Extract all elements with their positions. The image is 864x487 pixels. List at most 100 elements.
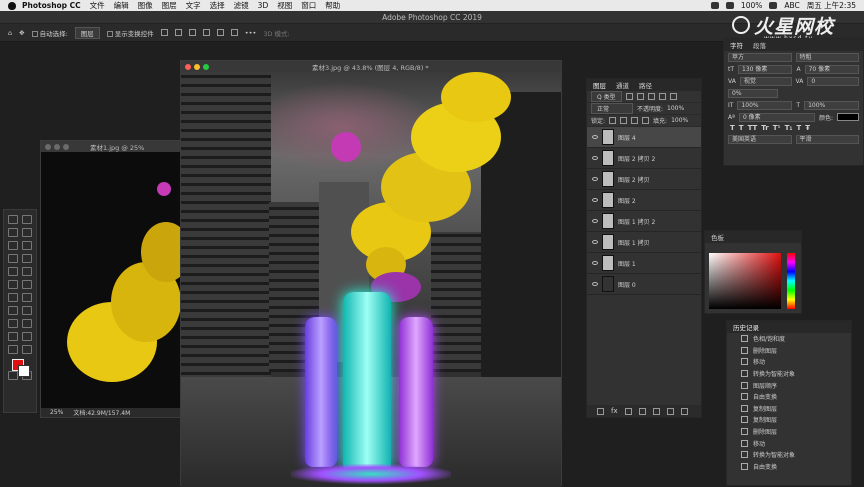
doc-main-titlebar[interactable]: 素材3.jpg @ 43.8% (图层 4, RGB/8) * bbox=[181, 61, 561, 72]
background-color-swatch[interactable] bbox=[18, 365, 30, 377]
color-panel-title[interactable]: 色板 bbox=[711, 232, 724, 242]
color-swatches[interactable] bbox=[7, 357, 33, 379]
align-bottom-icon[interactable] bbox=[230, 29, 238, 36]
faux-italic-button[interactable]: T bbox=[739, 124, 744, 132]
hand-tool-icon[interactable] bbox=[8, 332, 18, 341]
menu-image[interactable]: 图像 bbox=[138, 0, 153, 11]
type-tool-icon[interactable] bbox=[8, 306, 18, 315]
blur-tool-icon[interactable] bbox=[8, 293, 18, 302]
font-family-dropdown[interactable]: 苹方 bbox=[728, 52, 792, 62]
eye-icon[interactable] bbox=[592, 282, 598, 286]
zoom-level[interactable]: 25% bbox=[50, 409, 63, 416]
menu-layer[interactable]: 图层 bbox=[162, 0, 177, 11]
align-top-icon[interactable] bbox=[202, 29, 210, 36]
layer-row[interactable]: 图层 2 拷贝 bbox=[587, 169, 701, 190]
wifi-icon[interactable] bbox=[725, 2, 734, 9]
baseline-field[interactable]: 0 像素 bbox=[738, 112, 815, 122]
document-window-main[interactable]: 素材3.jpg @ 43.8% (图层 4, RGB/8) * bbox=[180, 60, 562, 487]
hscale-field[interactable]: 100% bbox=[804, 100, 860, 110]
filter-pixel-icon[interactable] bbox=[625, 93, 633, 100]
user-label[interactable]: ABC bbox=[784, 1, 799, 10]
move-tool-icon[interactable] bbox=[8, 215, 18, 224]
align-middle-icon[interactable] bbox=[216, 29, 224, 36]
history-panel-title[interactable]: 历史记录 bbox=[733, 322, 759, 332]
apple-icon[interactable] bbox=[8, 1, 16, 10]
menu-select[interactable]: 选择 bbox=[210, 0, 225, 11]
tab-paragraph[interactable]: 段落 bbox=[753, 40, 766, 50]
font-style-dropdown[interactable]: 特粗 bbox=[795, 52, 859, 62]
close-button[interactable] bbox=[185, 63, 191, 70]
healing-brush-tool-icon[interactable] bbox=[8, 254, 18, 263]
layer-row[interactable]: 图层 1 拷贝 bbox=[587, 232, 701, 253]
doc-size[interactable]: 文档:42.9M/157.4M bbox=[73, 408, 130, 417]
history-item[interactable]: 删除图层 bbox=[727, 426, 851, 438]
menu-window[interactable]: 窗口 bbox=[301, 0, 316, 11]
eyedropper-tool-icon[interactable] bbox=[22, 241, 32, 250]
tab-character[interactable]: 字符 bbox=[730, 40, 743, 50]
filter-adjust-icon[interactable] bbox=[636, 93, 644, 100]
filter-type-icon[interactable] bbox=[647, 93, 655, 100]
vscale-field[interactable]: 100% bbox=[737, 100, 793, 110]
eye-icon[interactable] bbox=[592, 219, 598, 223]
font-size-field[interactable]: 130 像素 bbox=[738, 64, 793, 74]
opacity-field[interactable]: 100% bbox=[667, 105, 684, 112]
marquee-tool-icon[interactable] bbox=[22, 215, 32, 224]
rectangle-tool-icon[interactable] bbox=[22, 319, 32, 328]
faux-bold-button[interactable]: T bbox=[730, 124, 735, 132]
stamp-tool-icon[interactable] bbox=[8, 267, 18, 276]
history-item[interactable]: 转换为智能对象 bbox=[727, 368, 851, 380]
leading-field[interactable]: 70 像素 bbox=[804, 64, 860, 74]
layer-row[interactable]: 图层 2 bbox=[587, 190, 701, 211]
app-menu[interactable]: Photoshop CC bbox=[22, 1, 81, 10]
auto-select-dropdown[interactable]: 图层 bbox=[74, 26, 100, 39]
minimize-button[interactable] bbox=[54, 143, 60, 150]
layer-filter-dropdown[interactable]: Q 类型 bbox=[591, 91, 622, 102]
menu-filter[interactable]: 滤镜 bbox=[234, 0, 249, 11]
move-tool-icon[interactable]: ✥ bbox=[19, 29, 24, 37]
history-item[interactable]: 自由变换 bbox=[727, 461, 851, 473]
tab-channels[interactable]: 通道 bbox=[616, 80, 629, 90]
lasso-tool-icon[interactable] bbox=[8, 228, 18, 237]
new-group-icon[interactable] bbox=[652, 407, 660, 415]
eye-icon[interactable] bbox=[592, 198, 598, 202]
underline-button[interactable]: T bbox=[796, 124, 801, 132]
doc-back-titlebar[interactable]: 素材1.jpg @ 25% bbox=[41, 141, 181, 152]
document-window-back[interactable]: 素材1.jpg @ 25% 25% 文档:42.9M/157.4M bbox=[40, 140, 182, 418]
edit-toolbar-icon[interactable] bbox=[22, 345, 32, 354]
blend-mode-dropdown[interactable]: 正常 bbox=[591, 103, 633, 114]
lock-transparent-icon[interactable] bbox=[609, 117, 617, 124]
trash-icon[interactable] bbox=[680, 407, 688, 415]
anti-alias-dropdown[interactable]: 平滑 bbox=[795, 134, 859, 144]
dodge-tool-icon[interactable] bbox=[22, 293, 32, 302]
superscript-button[interactable]: T¹ bbox=[773, 124, 781, 132]
align-left-icon[interactable] bbox=[160, 29, 168, 36]
text-color-swatch[interactable] bbox=[837, 113, 859, 121]
menu-type[interactable]: 文字 bbox=[186, 0, 201, 11]
pen-tool-icon[interactable] bbox=[22, 306, 32, 315]
adjustment-layer-icon[interactable] bbox=[638, 407, 646, 415]
layer-row[interactable]: 图层 0 bbox=[587, 274, 701, 295]
minimize-button[interactable] bbox=[194, 63, 200, 70]
history-item[interactable]: 图层顺序 bbox=[727, 379, 851, 391]
history-item[interactable]: 自由变换 bbox=[727, 391, 851, 403]
color-picker-field[interactable] bbox=[709, 253, 781, 309]
history-item[interactable]: 复制图层 bbox=[727, 403, 851, 415]
menu-3d[interactable]: 3D bbox=[258, 1, 269, 10]
lock-all-icon[interactable] bbox=[642, 117, 650, 124]
tsume-field[interactable]: 0% bbox=[728, 88, 778, 98]
all-caps-button[interactable]: TT bbox=[748, 124, 758, 132]
add-mask-icon[interactable] bbox=[624, 407, 632, 415]
tracking-field[interactable]: 0 bbox=[807, 76, 859, 86]
link-layers-icon[interactable] bbox=[597, 407, 604, 415]
gradient-tool-icon[interactable] bbox=[22, 280, 32, 289]
history-item[interactable]: 复制图层 bbox=[727, 414, 851, 426]
eye-icon[interactable] bbox=[592, 261, 598, 265]
battery-icon[interactable] bbox=[769, 2, 778, 9]
small-caps-button[interactable]: Tr bbox=[761, 124, 768, 132]
canvas-artwork[interactable] bbox=[181, 72, 561, 487]
history-item[interactable]: 色相/饱和度 bbox=[727, 333, 851, 345]
history-item[interactable]: 转换为智能对象 bbox=[727, 449, 851, 461]
magic-wand-tool-icon[interactable] bbox=[22, 228, 32, 237]
zoom-button[interactable] bbox=[63, 143, 69, 150]
zoom-tool-icon[interactable] bbox=[22, 332, 32, 341]
